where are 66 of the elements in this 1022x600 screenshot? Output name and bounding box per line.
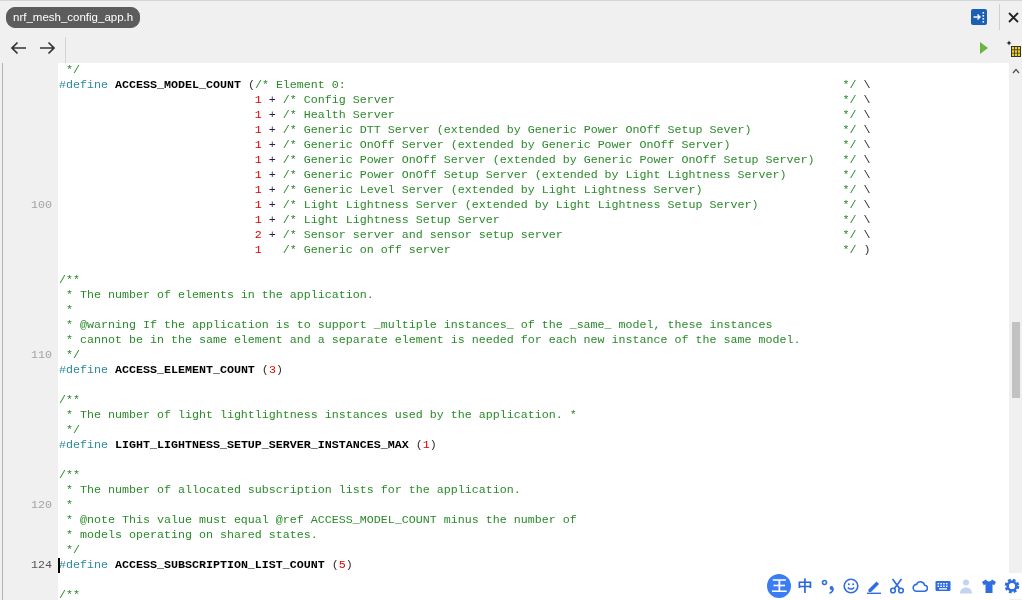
editor-panel[interactable] bbox=[58, 63, 1009, 600]
comment-end: */ \ bbox=[842, 213, 871, 227]
code-line: * The number of light lightlightness instances used by the application. * bbox=[66, 408, 577, 422]
scissors-icon[interactable] bbox=[889, 578, 905, 594]
close-icon[interactable] bbox=[1008, 11, 1019, 23]
comment-end: */ ) bbox=[842, 243, 871, 257]
code-line: 1 + /* Generic OnOff Server (extended by Generic Power OnOff Server) bbox=[254, 138, 731, 152]
code-line: */ bbox=[66, 348, 80, 362]
code-line: 1 + /* Generic Power OnOff Server (extended by Generic Power OnOff Setup Server) bbox=[254, 153, 815, 167]
settings-icon[interactable] bbox=[1004, 578, 1020, 594]
forward-arrow-icon[interactable] bbox=[39, 41, 56, 55]
code-line: 2 + /* Sensor server and sensor setup server bbox=[254, 228, 563, 242]
code-line: * cannot be in the same element and a separate element is needed for each new instance of the same model. bbox=[66, 333, 801, 347]
code-line: 1 + /* Generic Level Server (extended by Light Lightness Server) bbox=[254, 183, 703, 197]
line-number: 110 bbox=[31, 348, 52, 362]
comment-end: */ \ bbox=[842, 78, 871, 92]
scrollbar-thumb[interactable] bbox=[1011, 322, 1020, 398]
back-arrow-icon[interactable] bbox=[10, 41, 27, 55]
code-line: * @warning If the application is to support _multiple instances_ of the _same_ model, these instances bbox=[66, 318, 773, 332]
grid-sparkle-icon[interactable] bbox=[1006, 39, 1021, 57]
code-line: 1 /* Generic on off server bbox=[254, 243, 451, 257]
scroll-up-icon[interactable] bbox=[1011, 68, 1020, 74]
ime-logo[interactable]: 王 bbox=[767, 574, 791, 598]
code-line: * @note This value must equal @ref ACCESS_MODEL_COUNT minus the number of bbox=[66, 513, 577, 527]
code-line: */ bbox=[66, 543, 80, 557]
comment-end: */ \ bbox=[842, 153, 871, 167]
file-tab[interactable]: nrf_mesh_config_app.h bbox=[6, 6, 141, 28]
arrow-tile-icon[interactable] bbox=[971, 9, 987, 25]
code-line: */ bbox=[66, 423, 80, 437]
line-number: 124 bbox=[31, 558, 52, 572]
code-line: /** bbox=[59, 273, 80, 287]
code-line: #define LIGHT_LIGHTNESS_SETUP_SERVER_INSTANCES_MAX (1) bbox=[59, 438, 437, 452]
code-line: * models operating on shared states. bbox=[66, 528, 318, 542]
input-mode-button[interactable]: 中 bbox=[798, 577, 813, 595]
code-line: 1 + /* Generic DTT Server (extended by Generic Power OnOff Setup Sever) bbox=[254, 123, 752, 137]
code-line: 1 + /* Light Lightness Server (extended by Light Lightness Setup Server) bbox=[254, 198, 759, 212]
comment-end: */ \ bbox=[842, 183, 871, 197]
code-line: 1 + /* Light Lightness Setup Server bbox=[254, 213, 500, 227]
punctuation-icon[interactable] bbox=[820, 578, 836, 594]
line-number: 100 bbox=[31, 198, 52, 212]
code-line: /** bbox=[59, 588, 80, 600]
cloud-icon[interactable] bbox=[912, 578, 928, 594]
code-line: #define ACCESS_MODEL_COUNT (/* Element 0: bbox=[59, 78, 346, 92]
code-line: #define ACCESS_ELEMENT_COUNT (3) bbox=[59, 363, 283, 377]
comment-end: */ \ bbox=[842, 228, 871, 242]
code-line: 1 + /* Health Server bbox=[254, 108, 395, 122]
comment-end: */ \ bbox=[842, 138, 871, 152]
shirt-icon[interactable] bbox=[981, 578, 997, 594]
code-line: */ bbox=[66, 63, 80, 77]
comment-end: */ \ bbox=[842, 123, 871, 137]
comment-end: */ \ bbox=[842, 198, 871, 212]
code-line: * The number of elements in the application. bbox=[66, 288, 374, 302]
code-line: * bbox=[66, 303, 73, 317]
comment-end: */ \ bbox=[842, 168, 871, 182]
code-line: #define ACCESS_SUBSCRIPTION_LIST_COUNT (5) bbox=[59, 558, 353, 572]
keyboard-icon[interactable] bbox=[935, 578, 951, 594]
code-line: /** bbox=[59, 393, 80, 407]
comment-end: */ \ bbox=[842, 93, 871, 107]
smiley-icon[interactable] bbox=[843, 578, 859, 594]
code-line: * bbox=[66, 498, 73, 512]
code-line: 1 + /* Config Server bbox=[254, 93, 395, 107]
code-line: /** bbox=[59, 468, 80, 482]
line-number: 120 bbox=[31, 498, 52, 512]
code-line: * The number of allocated subscription lists for the application. bbox=[66, 483, 521, 497]
comment-end: */ \ bbox=[842, 108, 871, 122]
code-line: 1 + /* Generic Power OnOff Setup Server (extended by Light Lightness Server) bbox=[254, 168, 787, 182]
